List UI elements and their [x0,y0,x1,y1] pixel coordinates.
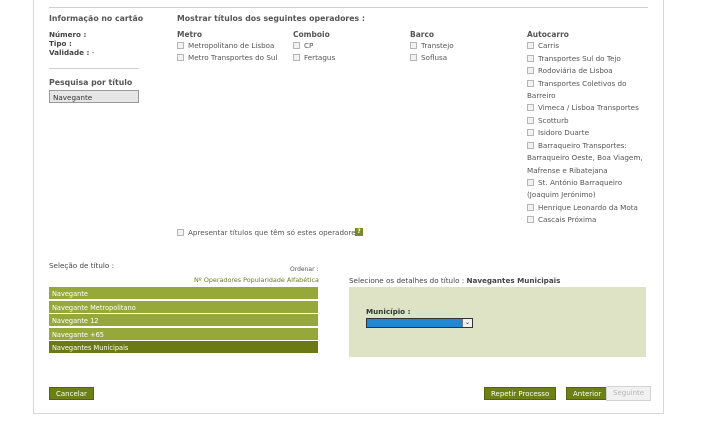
operator-checkbox-soflusa[interactable]: Soflusa [410,53,447,62]
search-heading: Pesquisa por título [49,78,133,87]
operator-label: Henrique Leonardo da Mota [538,203,638,212]
card-validity-label: Validade : [49,48,90,57]
operator-label: St. António Barraqueiro [538,178,623,187]
operator-checkbox-scotturb[interactable]: Scotturb [527,116,569,125]
checkbox-box[interactable] [410,42,417,49]
previous-button[interactable]: Anterior [566,387,609,400]
order-options[interactable]: Nº Operadores Popularidade Alfabética [194,276,319,284]
operator-checkbox-barraqueiro[interactable]: Barraqueiro Transportes: [527,141,627,150]
card-info-heading: Informação no cartão [49,14,144,23]
details-title: Navegantes Municipais [466,276,561,285]
only-these-operators-label: Apresentar títulos que têm só estes oper… [188,228,360,237]
comboio-heading: Comboio [293,30,330,39]
repeat-process-button[interactable]: Repetir Processo [484,387,557,400]
operator-label-wrap: Barraqueiro Oeste, Boa Viagem, [527,153,643,162]
operator-checkbox-tst[interactable]: Transportes Sul do Tejo [527,54,621,63]
checkbox-box[interactable] [177,54,184,61]
operator-checkbox-transtejo[interactable]: Transtejo [410,41,454,50]
checkbox-box[interactable] [177,42,184,49]
details-heading: Selecione os detalhes do título : Navega… [349,276,560,285]
card-validity-value: - [91,48,95,57]
metro-heading: Metro [177,30,202,39]
title-list-item[interactable]: Navegante [49,287,318,300]
operator-checkbox-metropolitano[interactable]: Metropolitano de Lisboa [177,41,274,50]
operator-checkbox-st-antonio[interactable]: St. António Barraqueiro [527,178,622,187]
operator-checkbox-mts[interactable]: Metro Transportes do Sul [177,53,277,62]
operator-checkbox-cascais[interactable]: Cascais Próxima [527,215,596,224]
operator-checkbox-cp[interactable]: CP [293,41,313,50]
operator-label: Transtejo [421,41,454,50]
operator-label: CP [304,41,314,50]
operators-heading: Mostrar títulos dos seguintes operadores… [177,14,366,23]
operator-label: Transportes Coletivos do [538,79,627,88]
checkbox-box[interactable] [527,117,534,124]
checkbox-box[interactable] [527,42,534,49]
operator-label-wrap: Barreiro [527,91,556,100]
title-list-item-selected[interactable]: Navegantes Municipais [49,341,318,354]
operator-label: Metropolitano de Lisboa [188,41,275,50]
card-validity-row: Validade : - [49,48,94,57]
municipio-select[interactable]: ⌄ [366,318,473,328]
operator-checkbox-vimeca[interactable]: Vimeca / Lisboa Transportes [527,103,639,112]
checkbox-box[interactable] [527,142,534,149]
operator-label: Metro Transportes do Sul [188,53,278,62]
frame-right-border [663,0,664,414]
checkbox-box[interactable] [527,216,534,223]
only-these-operators-checkbox[interactable]: Apresentar títulos que têm só estes oper… [177,228,359,237]
operator-checkbox-carris[interactable]: Carris [527,41,559,50]
title-list: Navegante Navegante Metropolitano Navega… [49,287,318,355]
checkbox-box[interactable] [527,129,534,136]
operator-label: Isidoro Duarte [538,128,589,137]
operator-checkbox-henrique[interactable]: Henrique Leonardo da Mota [527,203,638,212]
card-type-label: Tipo : [49,39,72,48]
details-prefix: Selecione os detalhes do título : [349,276,465,285]
operator-label: Scotturb [538,116,569,125]
title-search-input[interactable]: Navegante [49,90,139,103]
card-info-separator [49,68,139,69]
operator-label: Carris [538,41,559,50]
title-list-item[interactable]: Navegante 12 [49,314,318,327]
checkbox-box[interactable] [293,54,300,61]
card-number-label: Número : [49,30,87,39]
barco-heading: Barco [410,30,435,39]
checkbox-box[interactable] [527,80,534,87]
operator-label-wrap: (Joaquim Jerónimo) [527,190,596,199]
municipio-label: Município : [366,307,411,316]
autocarro-heading: Autocarro [527,30,569,39]
top-divider [49,7,648,8]
operator-checkbox-fertagus[interactable]: Fertagus [293,53,335,62]
checkbox-box[interactable] [527,67,534,74]
chevron-down-icon[interactable]: ⌄ [462,319,472,327]
operator-label: Soflusa [421,53,448,62]
order-label: Ordenar : [290,266,319,273]
checkbox-box[interactable] [177,229,184,236]
cancel-button[interactable]: Cancelar [49,387,94,400]
operator-label: Vimeca / Lisboa Transportes [538,103,639,112]
frame-left-border [33,0,34,414]
title-list-item[interactable]: Navegante Metropolitano [49,300,318,314]
checkbox-box[interactable] [527,104,534,111]
operator-label: Barraqueiro Transportes: [538,141,627,150]
frame-bottom-border [33,413,664,414]
operator-label: Transportes Sul do Tejo [538,54,621,63]
checkbox-box[interactable] [527,179,534,186]
checkbox-box[interactable] [410,54,417,61]
title-list-item[interactable]: Navegante +65 [49,327,318,341]
operator-label: Rodoviária de Lisboa [538,66,613,75]
operator-label: Fertagus [304,53,336,62]
checkbox-box[interactable] [527,55,534,62]
operator-label: Cascais Próxima [538,215,597,224]
operator-checkbox-isidoro[interactable]: Isidoro Duarte [527,128,589,137]
checkbox-box[interactable] [527,204,534,211]
title-selection-heading: Seleção de título : [49,261,114,270]
operator-checkbox-rodoviaria[interactable]: Rodoviária de Lisboa [527,66,613,75]
operator-label-wrap: Mafrense e Ribatejana [527,166,608,175]
next-button[interactable]: Seguinte [606,386,652,401]
help-icon[interactable]: ? [355,228,363,236]
operator-checkbox-tcb[interactable]: Transportes Coletivos do [527,79,626,88]
checkbox-box[interactable] [293,42,300,49]
